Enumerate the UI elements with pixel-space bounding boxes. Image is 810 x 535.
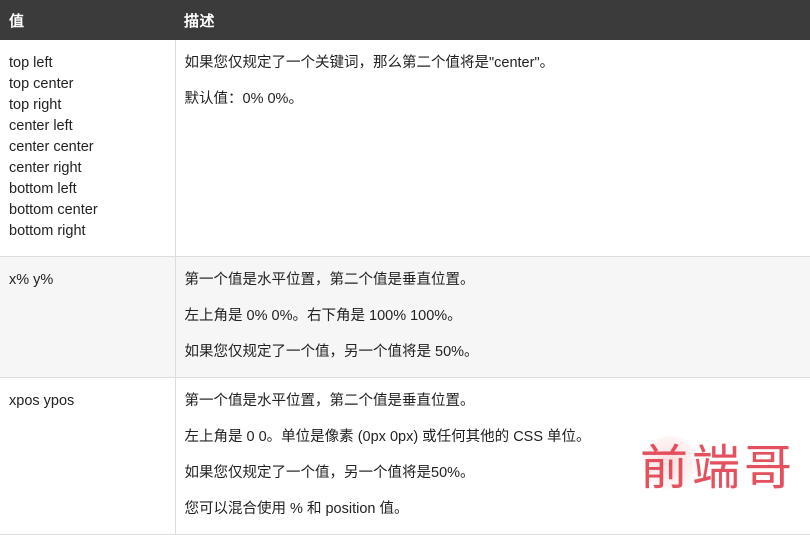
- description-cell-percent: 第一个值是水平位置，第二个值是垂直位置。 左上角是 0% 0%。右下角是 100…: [175, 256, 810, 378]
- description-paragraph: 默认值：0% 0%。: [184, 91, 303, 107]
- value-keyword: bottom left: [9, 181, 77, 197]
- value-cell-keywords: top left top center top right center lef…: [0, 40, 176, 257]
- column-header-value: 值: [9, 12, 25, 30]
- description-paragraph: 您可以混合使用 % 和 position 值。: [184, 501, 409, 517]
- table-header-row: 值 描述: [0, 0, 810, 40]
- value-keyword: center center: [9, 139, 94, 155]
- description-paragraph: 如果您仅规定了一个值，另一个值将是50%。: [184, 465, 475, 481]
- table-row: top left top center top right center lef…: [0, 40, 810, 257]
- description-paragraph: 如果您仅规定了一个关键词，那么第二个值将是"center"。: [184, 55, 555, 71]
- description-paragraph: 如果您仅规定了一个值，另一个值将是 50%。: [184, 344, 479, 360]
- css-property-values-table: 值 描述 top left top center top right cente…: [0, 0, 810, 535]
- value-keyword: top right: [9, 97, 62, 113]
- value-keyword: bottom center: [9, 202, 98, 218]
- value-cell-percent: x% y%: [0, 256, 176, 378]
- description-paragraph: 第一个值是水平位置，第二个值是垂直位置。: [184, 393, 475, 409]
- value-keyword: xpos ypos: [9, 393, 75, 409]
- value-keyword: bottom right: [9, 223, 86, 239]
- value-cell-xpos-ypos: xpos ypos: [0, 377, 176, 535]
- value-keyword: top left: [9, 55, 53, 71]
- value-keyword: x% y%: [9, 272, 54, 288]
- description-cell-keywords: 如果您仅规定了一个关键词，那么第二个值将是"center"。 默认值：0% 0%…: [175, 40, 810, 257]
- value-keyword: center right: [9, 160, 82, 176]
- description-cell-xpos-ypos: 第一个值是水平位置，第二个值是垂直位置。 左上角是 0 0。单位是像素 (0px…: [175, 377, 810, 535]
- description-paragraph: 第一个值是水平位置，第二个值是垂直位置。: [184, 272, 475, 288]
- table-body: top left top center top right center lef…: [0, 40, 810, 535]
- table-header: 值 描述: [0, 0, 810, 40]
- column-header-description: 描述: [184, 12, 216, 30]
- table-row: x% y% 第一个值是水平位置，第二个值是垂直位置。 左上角是 0% 0%。右下…: [0, 256, 810, 378]
- value-keyword: center left: [9, 118, 73, 134]
- value-keyword: top center: [9, 76, 74, 92]
- table-row: xpos ypos 第一个值是水平位置，第二个值是垂直位置。 左上角是 0 0。…: [0, 377, 810, 535]
- description-paragraph: 左上角是 0 0。单位是像素 (0px 0px) 或任何其他的 CSS 单位。: [184, 429, 591, 445]
- description-paragraph: 左上角是 0% 0%。右下角是 100% 100%。: [184, 308, 462, 324]
